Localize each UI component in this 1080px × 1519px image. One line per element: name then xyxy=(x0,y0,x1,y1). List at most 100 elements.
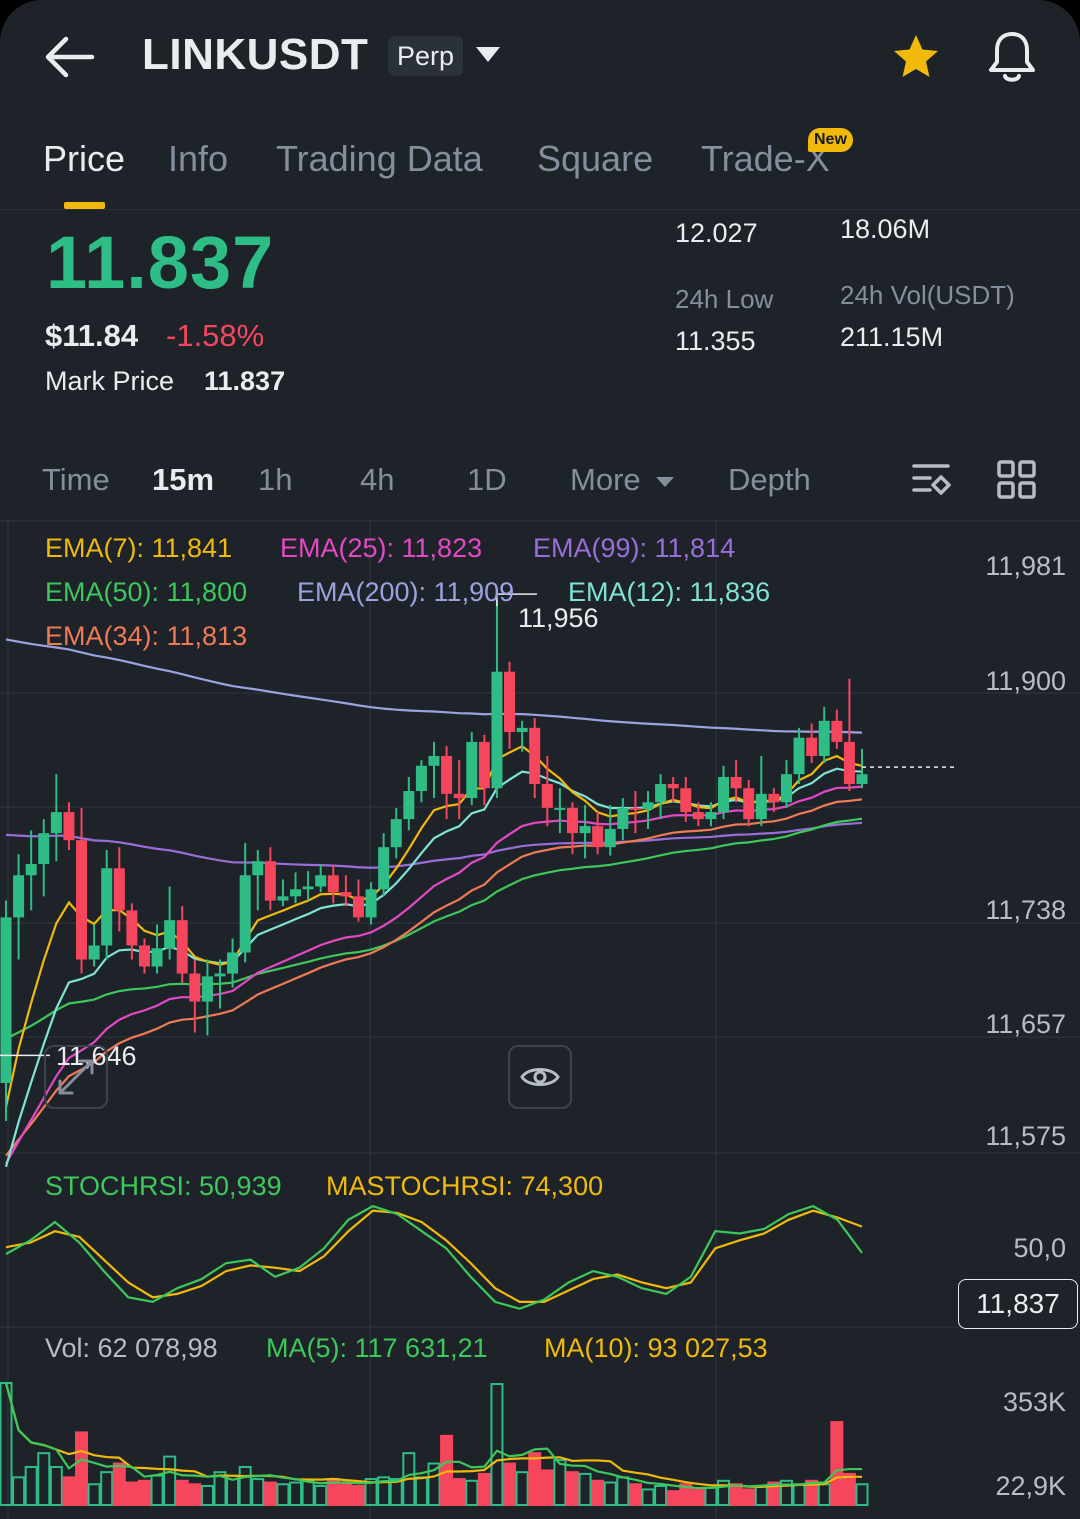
volume-bar xyxy=(276,1483,290,1506)
candle-body xyxy=(415,765,427,792)
legend-ema200: EMA(200): 11,909 xyxy=(297,577,515,607)
interval-4h[interactable]: 4h xyxy=(360,462,394,498)
interval-more[interactable]: More xyxy=(570,462,675,498)
24h-vol-usdt-label: 24h Vol(USDT) xyxy=(840,280,1015,310)
candle-body xyxy=(579,826,591,834)
candle-body xyxy=(151,948,163,967)
interval-15m[interactable]: 15m xyxy=(152,462,214,498)
candle-body xyxy=(13,875,25,918)
interval-1h[interactable]: 1h xyxy=(258,462,292,498)
candle-body xyxy=(214,973,226,977)
volume-bar xyxy=(112,1462,126,1507)
candle-body xyxy=(50,812,62,834)
candle-body xyxy=(101,868,113,946)
legend-ema7: EMA(7): 11,841 xyxy=(45,533,233,563)
tab-info[interactable]: Info xyxy=(168,138,228,180)
volume-ma5-line xyxy=(4,1382,862,1490)
candle-body xyxy=(428,755,440,766)
price-axis-label: 11,738 xyxy=(985,895,1066,925)
candle-body xyxy=(315,875,327,887)
candle-body xyxy=(390,819,402,848)
mark-price-label: Mark Price xyxy=(45,366,175,396)
candle-body xyxy=(831,720,843,742)
volume-bar xyxy=(477,1472,491,1507)
tab-price[interactable]: Price xyxy=(43,138,125,180)
volume-bar xyxy=(62,1476,76,1506)
volume-bar xyxy=(553,1459,567,1506)
symbol-dropdown-icon[interactable] xyxy=(474,44,502,66)
last-price: 11.837 xyxy=(46,221,275,304)
volume-bar xyxy=(301,1479,315,1507)
notification-bell-icon[interactable] xyxy=(984,28,1040,86)
candle-body xyxy=(302,886,314,890)
top-bar: LINKUSDT Perp xyxy=(0,0,1080,118)
active-tab-indicator xyxy=(64,202,105,209)
volume-bar xyxy=(238,1465,252,1507)
candle-body xyxy=(667,784,679,789)
candle-body xyxy=(453,793,465,799)
favorite-star-icon[interactable] xyxy=(888,30,944,86)
interval-1d[interactable]: 1D xyxy=(467,462,507,498)
volume-bar xyxy=(163,1455,177,1507)
usd-price: $11.84 xyxy=(45,318,139,353)
ema200-line xyxy=(5,638,863,734)
volume-bar xyxy=(490,1383,504,1506)
volume-bar xyxy=(842,1472,856,1507)
ema34-line xyxy=(5,798,863,1157)
indicator-settings-icon[interactable] xyxy=(910,458,954,507)
candle-body xyxy=(730,776,742,789)
layout-grid-icon[interactable] xyxy=(996,458,1038,507)
candle-body xyxy=(529,727,541,785)
volume-bar xyxy=(200,1484,214,1507)
candle-body xyxy=(856,774,868,785)
candle-body xyxy=(478,741,490,789)
candle-body xyxy=(466,741,478,799)
candle-body xyxy=(793,737,805,775)
24h-vol-usdt-value: 211.15M xyxy=(840,322,944,352)
volume-bar xyxy=(137,1479,151,1507)
volume-bar xyxy=(414,1476,428,1506)
candle-body xyxy=(88,945,100,960)
volume-ma5-label: MA(5): 117 631,21 xyxy=(266,1333,488,1363)
candle-body xyxy=(189,973,201,1002)
price-axis-label: 11,981 xyxy=(985,551,1066,581)
volume-bar xyxy=(704,1486,718,1506)
page-tabs: Price Info Trading Data Square Trade-X xyxy=(0,130,1080,210)
volume-bar xyxy=(792,1483,806,1506)
candle-body xyxy=(655,784,667,803)
stochrsi-line xyxy=(5,1204,863,1310)
volume-bar xyxy=(503,1462,517,1507)
back-arrow-icon[interactable] xyxy=(44,34,96,80)
volume-ma10-label: MA(10): 93 027,53 xyxy=(544,1333,768,1363)
candle-body xyxy=(768,793,780,803)
chart-area[interactable]: EMA(7): 11,841 EMA(25): 11,823 EMA(99): … xyxy=(0,520,1080,1519)
volume-axis-label: 22,9K xyxy=(995,1471,1066,1501)
volume-bar xyxy=(528,1452,542,1506)
candle-body xyxy=(780,774,792,803)
candle-body xyxy=(378,847,390,890)
tab-square[interactable]: Square xyxy=(537,138,653,180)
volume-bar xyxy=(465,1479,479,1507)
fullscreen-icon[interactable] xyxy=(44,1045,108,1109)
interval-time[interactable]: Time xyxy=(42,462,110,498)
current-price-tag[interactable]: 11,837 xyxy=(958,1279,1078,1329)
volume-bar xyxy=(817,1483,831,1506)
candle-body xyxy=(403,791,415,820)
candle-body xyxy=(290,889,302,897)
candle-body xyxy=(617,807,629,829)
interval-depth[interactable]: Depth xyxy=(728,462,811,498)
volume-bar xyxy=(289,1481,303,1506)
visibility-eye-icon[interactable] xyxy=(508,1045,572,1109)
volume-bar xyxy=(188,1483,202,1506)
tab-trading-data[interactable]: Trading Data xyxy=(276,138,483,180)
volume-bar xyxy=(616,1476,630,1506)
candle-body xyxy=(818,720,830,756)
contract-type-badge: Perp xyxy=(388,36,464,76)
volume-bar xyxy=(691,1488,705,1506)
volume-bar xyxy=(150,1474,164,1506)
volume-bar xyxy=(125,1481,139,1506)
symbol-title[interactable]: LINKUSDT xyxy=(142,30,368,80)
legend-ema50: EMA(50): 11,800 xyxy=(45,577,248,607)
stochrsi-label: STOCHRSI: 50,939 xyxy=(45,1171,282,1201)
more-caret-icon xyxy=(656,476,675,487)
